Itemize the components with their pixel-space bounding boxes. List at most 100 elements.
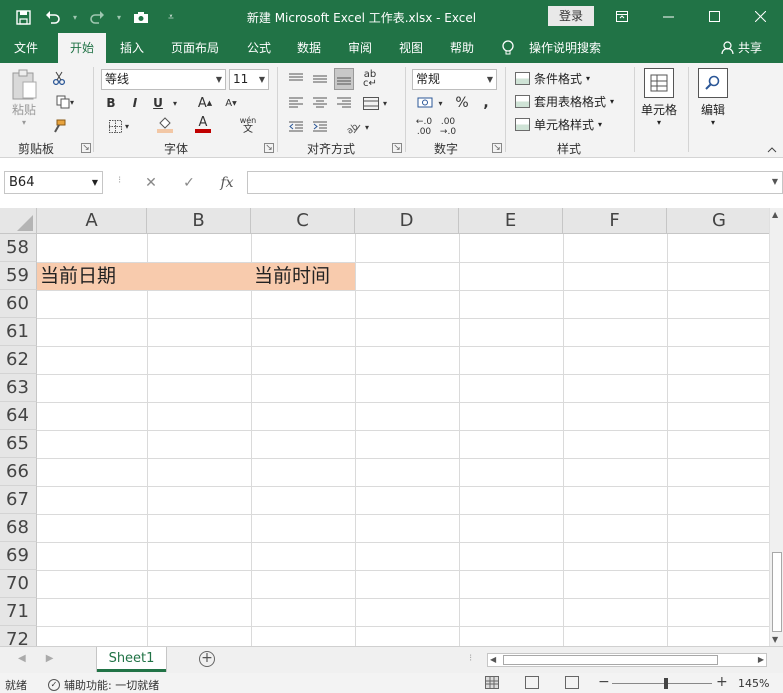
conditional-formatting-button[interactable]: 条件格式 ▾: [515, 70, 590, 87]
login-button[interactable]: 登录: [548, 6, 594, 26]
tab-page-layout[interactable]: 页面布局: [171, 33, 219, 63]
tab-home[interactable]: 开始: [58, 33, 107, 63]
row-header-62[interactable]: 62: [0, 346, 37, 374]
font-name-combo[interactable]: 等线 ▼: [101, 69, 226, 90]
camera-icon[interactable]: [128, 6, 154, 28]
increase-decimal-button[interactable]: ←.0 .00: [412, 116, 436, 138]
paste-button[interactable]: 粘贴 ▾: [10, 69, 38, 127]
undo-icon[interactable]: [40, 6, 66, 28]
customize-qat-icon[interactable]: ⩡: [158, 6, 184, 28]
ribbon-display-options-icon[interactable]: [599, 0, 645, 33]
zoom-out-button[interactable]: −: [598, 674, 610, 690]
redo-icon[interactable]: [84, 6, 110, 28]
undo-dropdown-icon[interactable]: ▾: [70, 6, 80, 28]
italic-button[interactable]: I: [128, 94, 142, 112]
cell-c59[interactable]: 当前时间: [251, 263, 330, 290]
select-all-button[interactable]: [0, 208, 37, 234]
insert-function-button[interactable]: fx: [208, 175, 246, 191]
row-header-60[interactable]: 60: [0, 290, 37, 318]
column-header-a[interactable]: A: [37, 208, 147, 234]
save-icon[interactable]: [10, 6, 36, 28]
underline-dropdown-icon[interactable]: ▾: [170, 94, 180, 112]
percent-button[interactable]: %: [452, 94, 472, 112]
page-break-view-icon[interactable]: [565, 676, 579, 689]
grow-font-button[interactable]: A ▲: [196, 94, 214, 112]
column-header-g[interactable]: G: [667, 208, 769, 234]
column-header-e[interactable]: E: [459, 208, 563, 234]
shrink-font-button[interactable]: A ▼: [222, 94, 240, 112]
formula-input[interactable]: ▼: [247, 171, 783, 194]
next-sheet-icon[interactable]: ▶: [46, 653, 54, 664]
format-as-table-button[interactable]: 套用表格格式 ▾: [515, 93, 614, 110]
tab-formulas[interactable]: 公式: [247, 33, 271, 63]
tab-help[interactable]: 帮助: [450, 33, 474, 63]
orientation-button[interactable]: ab ▾: [340, 117, 374, 137]
scroll-up-icon[interactable]: ▲: [772, 210, 778, 219]
font-size-combo[interactable]: 11 ▼: [229, 69, 269, 90]
increase-indent-icon[interactable]: [310, 117, 330, 137]
normal-view-icon[interactable]: [485, 676, 499, 689]
row-header-61[interactable]: 61: [0, 318, 37, 346]
underline-button[interactable]: U: [151, 94, 165, 112]
comma-style-button[interactable]: ,: [476, 94, 496, 112]
number-launcher-icon[interactable]: ↘: [492, 143, 502, 153]
accessibility-status[interactable]: ✓ 辅助功能: 一切就绪: [48, 677, 159, 693]
row-header-69[interactable]: 69: [0, 542, 37, 570]
wrap-text-icon[interactable]: ab c↵: [360, 69, 380, 89]
font-color-button[interactable]: A: [186, 115, 220, 135]
column-header-b[interactable]: B: [147, 208, 251, 234]
zoom-level[interactable]: 145%: [738, 677, 769, 690]
borders-button[interactable]: ▾: [104, 117, 134, 135]
redo-dropdown-icon[interactable]: ▾: [114, 6, 124, 28]
editing-button[interactable]: 编辑 ▾: [698, 68, 728, 127]
tab-file[interactable]: 文件: [14, 33, 38, 63]
page-layout-view-icon[interactable]: [525, 676, 539, 689]
align-center-icon[interactable]: [310, 93, 330, 113]
share-button[interactable]: 共享: [721, 33, 762, 63]
decrease-decimal-button[interactable]: .00 →.0: [436, 116, 460, 138]
worksheet-grid[interactable]: A B C D E F G 58 59 60 61 62 63 64 65 66…: [0, 208, 769, 646]
sheet-tab-sheet1[interactable]: Sheet1: [97, 647, 166, 672]
copy-icon[interactable]: ▾: [50, 93, 80, 111]
previous-sheet-icon[interactable]: ◀: [18, 653, 26, 664]
phonetic-guide-button[interactable]: wén 文: [232, 113, 264, 137]
scroll-right-icon[interactable]: ▶: [758, 654, 764, 666]
column-header-d[interactable]: D: [355, 208, 459, 234]
tab-insert[interactable]: 插入: [120, 33, 144, 63]
lightbulb-icon[interactable]: [502, 40, 514, 60]
row-header-65[interactable]: 65: [0, 430, 37, 458]
scroll-down-icon[interactable]: ▼: [772, 635, 778, 644]
cut-icon[interactable]: [50, 69, 68, 87]
tell-me-search[interactable]: 操作说明搜索: [529, 33, 601, 63]
row-header-71[interactable]: 71: [0, 598, 37, 626]
row-header-64[interactable]: 64: [0, 402, 37, 430]
tab-split-handle-icon[interactable]: ⁝: [469, 653, 472, 664]
horizontal-scrollbar[interactable]: ◀ ▶: [487, 653, 767, 667]
add-sheet-icon[interactable]: +: [199, 651, 215, 667]
font-launcher-icon[interactable]: ↘: [264, 143, 274, 153]
row-header-59[interactable]: 59: [0, 262, 37, 290]
row-header-66[interactable]: 66: [0, 458, 37, 486]
vertical-scrollbar[interactable]: ▲ ▼: [769, 208, 783, 646]
column-header-c[interactable]: C: [251, 208, 355, 234]
maximize-icon[interactable]: [691, 0, 737, 33]
alignment-launcher-icon[interactable]: ↘: [392, 143, 402, 153]
minimize-icon[interactable]: [645, 0, 691, 33]
align-middle-icon[interactable]: [310, 69, 330, 89]
align-left-icon[interactable]: [286, 93, 306, 113]
align-right-icon[interactable]: [334, 93, 354, 113]
row-header-63[interactable]: 63: [0, 374, 37, 402]
merge-center-button[interactable]: ▾: [358, 93, 392, 113]
cell-a59[interactable]: 当前日期: [37, 263, 116, 290]
zoom-slider-thumb[interactable]: [664, 678, 668, 689]
row-header-58[interactable]: 58: [0, 234, 37, 262]
cancel-edit-button[interactable]: ✕: [132, 175, 170, 191]
align-bottom-icon[interactable]: [334, 68, 354, 90]
vertical-scroll-thumb[interactable]: [772, 552, 782, 632]
tab-view[interactable]: 视图: [399, 33, 423, 63]
column-header-f[interactable]: F: [563, 208, 667, 234]
clipboard-launcher-icon[interactable]: ↘: [81, 143, 91, 153]
paste-dropdown-icon[interactable]: ▾: [22, 118, 26, 127]
format-painter-icon[interactable]: [50, 117, 68, 135]
row-header-70[interactable]: 70: [0, 570, 37, 598]
